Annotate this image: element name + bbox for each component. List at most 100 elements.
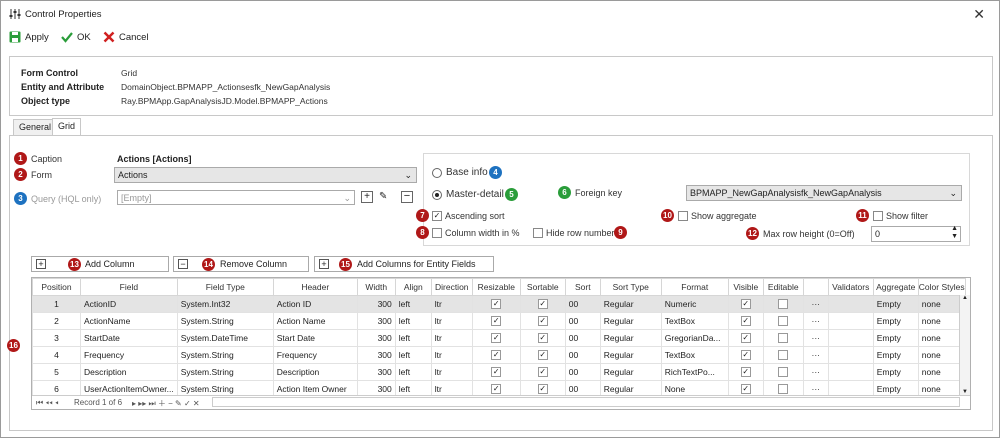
checkbox-icon[interactable] <box>778 384 789 395</box>
checkbox-icon[interactable] <box>778 316 789 327</box>
cell-sort[interactable]: 00 <box>564 295 601 313</box>
close-icon[interactable]: ✕ <box>973 6 985 23</box>
checkbox-icon[interactable]: ✓ <box>740 299 751 310</box>
cell-agg[interactable]: Empty <box>872 295 919 313</box>
checked-checkbox[interactable]: ✓ <box>471 295 521 313</box>
cell-stype[interactable]: Regular <box>599 312 662 330</box>
max-row-height-input[interactable]: 0 ▲ ▼ <box>871 225 961 242</box>
cell-format[interactable]: RichTextPo... <box>660 363 729 381</box>
unchecked-checkbox[interactable] <box>762 312 804 330</box>
cell-field[interactable]: Frequency <box>80 346 178 364</box>
apply-button[interactable]: Apply <box>9 31 49 43</box>
query-input[interactable]: [Empty] ⌄ <box>117 190 355 205</box>
cell-sort[interactable]: 00 <box>564 312 601 330</box>
unchecked-checkbox[interactable] <box>762 329 804 347</box>
checkbox-icon[interactable]: ✓ <box>491 333 502 344</box>
cell-align[interactable]: left <box>394 346 432 364</box>
ok-button[interactable]: OK <box>61 31 91 43</box>
nav-first-icon[interactable]: ⏮ ◂◂ ◂ <box>36 398 59 408</box>
column-header[interactable]: Direction <box>430 278 473 296</box>
checkbox-icon[interactable]: ✓ <box>491 384 502 395</box>
cell-stype[interactable]: Regular <box>599 346 662 364</box>
checked-checkbox[interactable]: ✓ <box>727 329 764 347</box>
column-header[interactable]: Field Type <box>176 278 274 296</box>
add-query-icon[interactable]: + <box>361 191 373 203</box>
cell-empty[interactable] <box>827 295 874 313</box>
checked-checkbox[interactable]: ✓ <box>471 312 521 330</box>
cell-pos[interactable]: 2 <box>32 312 81 330</box>
checkbox-icon[interactable] <box>778 367 789 378</box>
column-header[interactable]: Color Styles <box>917 278 966 296</box>
cell-align[interactable]: left <box>394 312 432 330</box>
cell-ftype[interactable]: System.Int32 <box>176 295 274 313</box>
checkbox-icon[interactable]: ✓ <box>740 367 751 378</box>
checked-checkbox[interactable]: ✓ <box>727 312 764 330</box>
cell-ftype[interactable]: System.DateTime <box>176 329 274 347</box>
checked-checkbox[interactable]: ✓ <box>519 346 566 364</box>
cell-pos[interactable]: 4 <box>32 346 81 364</box>
column-header[interactable]: Validators <box>827 278 874 296</box>
cell-field[interactable]: ActionName <box>80 312 178 330</box>
cell-align[interactable]: left <box>394 329 432 347</box>
unchecked-checkbox[interactable] <box>762 363 804 381</box>
checkbox-icon[interactable]: ✓ <box>740 384 751 395</box>
ascending-sort-checkbox[interactable]: ✓ <box>432 211 442 221</box>
checked-checkbox[interactable]: ✓ <box>519 295 566 313</box>
checked-checkbox[interactable]: ✓ <box>727 346 764 364</box>
show-filter-checkbox[interactable] <box>873 211 883 221</box>
checkbox-icon[interactable]: ✓ <box>740 350 751 361</box>
checkbox-icon[interactable] <box>778 333 789 344</box>
checked-checkbox[interactable]: ✓ <box>519 363 566 381</box>
unchecked-checkbox[interactable] <box>762 295 804 313</box>
cell-header[interactable]: Start Date <box>272 329 358 347</box>
show-aggregate-checkbox[interactable] <box>678 211 688 221</box>
add-entity-columns-button[interactable]: + 15 Add Columns for Entity Fields <box>314 256 494 272</box>
cell-format[interactable]: GregorianDa... <box>660 329 729 347</box>
cell-field[interactable]: ActionID <box>80 295 178 313</box>
cell-more[interactable]: ··· <box>802 295 829 313</box>
checked-checkbox[interactable]: ✓ <box>727 363 764 381</box>
cell-sort[interactable]: 00 <box>564 329 601 347</box>
checked-checkbox[interactable]: ✓ <box>471 363 521 381</box>
cell-align[interactable]: left <box>394 363 432 381</box>
table-row[interactable]: 2 ActionName System.String Action Name 300 le… <box>32 312 966 330</box>
cell-stype[interactable]: Regular <box>599 363 662 381</box>
foreign-key-select[interactable]: BPMAPP_NewGapAnalysisfk_NewGapAnalysis ⌄ <box>686 185 962 201</box>
column-header[interactable]: Aggregate <box>872 278 919 296</box>
column-header[interactable]: Field <box>80 278 178 296</box>
column-header[interactable]: Sort <box>564 278 601 296</box>
cell-align[interactable]: left <box>394 295 432 313</box>
checked-checkbox[interactable]: ✓ <box>727 295 764 313</box>
cell-stype[interactable]: Regular <box>599 329 662 347</box>
cell-ftype[interactable]: System.String <box>176 312 274 330</box>
hide-row-number-checkbox[interactable] <box>533 228 543 238</box>
nav-next-icon[interactable]: ▸ ▸▸ ⏭ ＋ − ✎ ✓ ✕ <box>132 398 200 409</box>
checkbox-icon[interactable]: ✓ <box>740 333 751 344</box>
cell-dir[interactable]: ltr <box>430 363 473 381</box>
cell-pos[interactable]: 5 <box>32 363 81 381</box>
cell-width[interactable]: 300 <box>356 346 396 364</box>
cell-width[interactable]: 300 <box>356 329 396 347</box>
cell-field[interactable]: StartDate <box>80 329 178 347</box>
scroll-up-icon[interactable]: ▲ <box>960 295 970 301</box>
horizontal-scrollbar[interactable] <box>212 397 960 407</box>
cell-header[interactable]: Action ID <box>272 295 358 313</box>
column-header[interactable]: Align <box>394 278 432 296</box>
checked-checkbox[interactable]: ✓ <box>519 312 566 330</box>
cell-header[interactable]: Frequency <box>272 346 358 364</box>
remove-query-icon[interactable]: − <box>401 191 413 203</box>
column-header[interactable]: Editable <box>762 278 804 296</box>
checkbox-icon[interactable]: ✓ <box>537 333 548 344</box>
column-width-checkbox[interactable] <box>432 228 442 238</box>
table-row[interactable]: 5 Description System.String Description 300 l… <box>32 363 966 381</box>
cell-pos[interactable]: 3 <box>32 329 81 347</box>
cell-empty[interactable] <box>827 329 874 347</box>
column-header[interactable] <box>802 278 829 296</box>
column-header[interactable]: Visible <box>727 278 764 296</box>
column-header[interactable]: Resizable <box>471 278 521 296</box>
checkbox-icon[interactable]: ✓ <box>491 350 502 361</box>
cell-format[interactable]: Numeric <box>660 295 729 313</box>
remove-column-button[interactable]: − 14 Remove Column <box>173 256 309 272</box>
cell-sort[interactable]: 00 <box>564 363 601 381</box>
cell-more[interactable]: ··· <box>802 329 829 347</box>
